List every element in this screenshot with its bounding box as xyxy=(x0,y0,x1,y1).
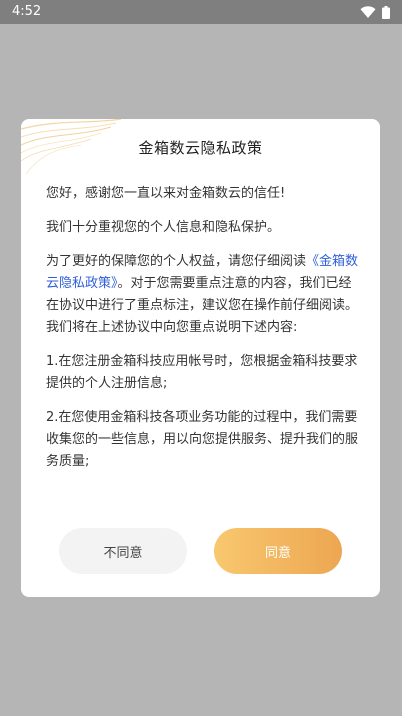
item-1-paragraph: 1.在您注册金箱科技应用帐号时，您根据金箱科技要求提供的个人注册信息; xyxy=(46,354,358,391)
agree-button[interactable]: 同意 xyxy=(214,528,342,574)
privacy-dialog: 金箱数云隐私政策 您好，感谢您一直以来对金箱数云的信任! 我们十分重视您的个人信… xyxy=(21,119,380,597)
notice-paragraph: 为了更好的保障您的个人权益，请您仔细阅读《金箱数云隐私政策》。对于您需要重点注意… xyxy=(46,251,362,339)
status-bar: 4:52 xyxy=(0,0,402,24)
privacy-paragraph: 我们十分重视您的个人信息和隐私保护。 xyxy=(46,220,281,235)
item-2-paragraph: 2.在您使用金箱科技各项业务功能的过程中，我们需要收集您的一些信息，用以向您提供… xyxy=(46,410,359,469)
status-icons xyxy=(360,0,390,24)
status-time: 4:52 xyxy=(12,4,42,19)
notice-lead: 为了更好的保障您的个人权益，请您仔细阅读 xyxy=(46,254,307,269)
policy-content: 您好，感谢您一直以来对金箱数云的信任! 我们十分重视您的个人信息和隐私保护。 为… xyxy=(46,183,362,519)
wifi-icon xyxy=(360,6,376,18)
dialog-title: 金箱数云隐私政策 xyxy=(138,139,263,157)
greeting-paragraph: 您好，感谢您一直以来对金箱数云的信任! xyxy=(46,186,286,201)
battery-icon xyxy=(382,5,390,19)
disagree-button[interactable]: 不同意 xyxy=(59,528,187,574)
